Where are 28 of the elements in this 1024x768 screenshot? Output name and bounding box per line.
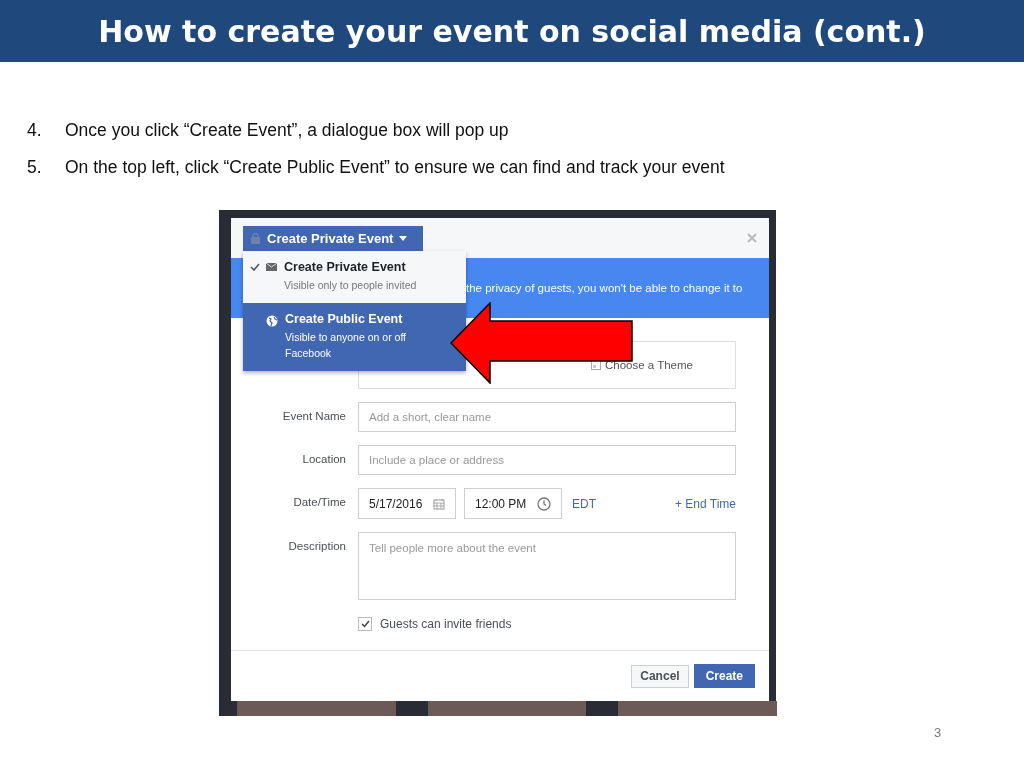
end-time-link[interactable]: + End Time (674, 496, 736, 511)
time-field[interactable]: 12:00 PM (464, 488, 562, 519)
field-label: Description (287, 539, 346, 552)
option-subtitle: Visible to anyone on or off Facebook (285, 330, 408, 361)
date-field[interactable]: 5/17/2016 (358, 488, 456, 519)
field-label: Location (301, 452, 346, 465)
slide-title: How to create your event on social media (cont.) (98, 13, 926, 49)
bullet-text: On the top left, click “Create Public Event” to ensure we can find and track your event (65, 157, 725, 177)
bullet-text: Once you click “Create Event”, a dialogue box will pop up (65, 120, 509, 140)
description-field[interactable]: Tell people more about the event (358, 532, 736, 600)
field-label: Date/Time (292, 495, 346, 508)
bullet-number: 4. (27, 120, 43, 140)
bullet-number: 5. (27, 157, 43, 177)
timezone-link[interactable]: EDT (572, 496, 596, 511)
input-field[interactable]: Add a short, clear name (358, 402, 736, 432)
privacy-dropdown-button[interactable]: Create Private Event (243, 225, 423, 251)
field-label: Event Name (281, 409, 346, 422)
cancel-button[interactable]: Cancel (631, 664, 689, 688)
page-number: 3 (934, 725, 942, 740)
privacy-option[interactable]: Create Private Event Visible only to people invited (243, 251, 466, 303)
create-button[interactable]: Create (693, 664, 755, 688)
option-title: Create Public Event (285, 312, 404, 326)
notice-text: the privacy of guests, you won't be able to change it to (466, 282, 743, 294)
privacy-option[interactable]: Create Public Event Visible to anyone on or off Facebook (243, 303, 466, 371)
option-title: Create Private Event (284, 260, 407, 274)
option-subtitle: Visible only to people invited (284, 278, 417, 293)
input-field[interactable]: Include a place or address (358, 445, 736, 475)
checkbox-label: Guests can invite friends (380, 617, 512, 631)
